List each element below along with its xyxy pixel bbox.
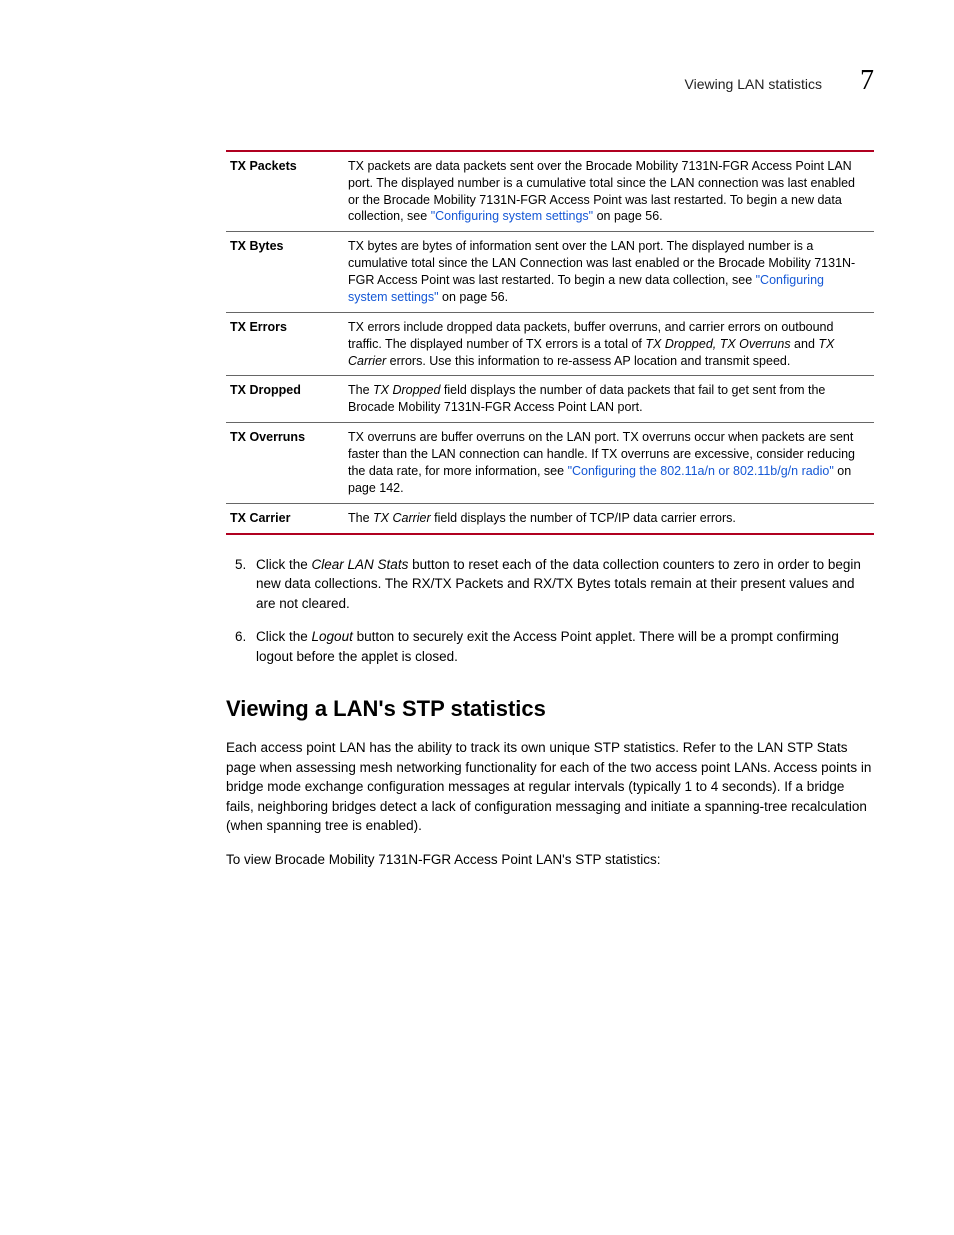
text-run: The: [348, 511, 373, 525]
running-header-section: Viewing LAN statistics: [685, 75, 822, 94]
definition-description: TX packets are data packets sent over th…: [348, 151, 874, 232]
section-paragraph-2: To view Brocade Mobility 7131N-FGR Acces…: [226, 850, 874, 870]
italic-text: Logout: [312, 629, 353, 644]
cross-reference-link[interactable]: "Configuring system settings": [431, 209, 593, 223]
running-header-chapter: 7: [860, 62, 874, 100]
italic-text: TX Dropped, TX Overruns: [645, 337, 790, 351]
definition-term: TX Bytes: [226, 232, 348, 313]
text-run: and: [791, 337, 819, 351]
cross-reference-link[interactable]: "Configuring the 802.11a/n or 802.11b/g/…: [568, 464, 834, 478]
definition-term: TX Dropped: [226, 376, 348, 423]
definition-description: TX bytes are bytes of information sent o…: [348, 232, 874, 313]
definition-term: TX Errors: [226, 312, 348, 376]
table-row: TX DroppedThe TX Dropped field displays …: [226, 376, 874, 423]
italic-text: Clear LAN Stats: [312, 557, 409, 572]
section-heading: Viewing a LAN's STP statistics: [226, 694, 874, 724]
text-run: on page 56.: [439, 290, 509, 304]
definition-description: TX errors include dropped data packets, …: [348, 312, 874, 376]
text-run: The: [348, 383, 373, 397]
table-row: TX CarrierThe TX Carrier field displays …: [226, 503, 874, 533]
section-paragraph-1: Each access point LAN has the ability to…: [226, 738, 874, 836]
definition-term: TX Carrier: [226, 503, 348, 533]
step-item: Click the Logout button to securely exit…: [250, 627, 874, 666]
italic-text: TX Carrier: [373, 511, 431, 525]
content-column: TX PacketsTX packets are data packets se…: [226, 150, 874, 870]
table-row: TX PacketsTX packets are data packets se…: [226, 151, 874, 232]
definition-term: TX Packets: [226, 151, 348, 232]
text-run: Click the: [256, 557, 312, 572]
step-item: Click the Clear LAN Stats button to rese…: [250, 555, 874, 614]
definition-description: TX overruns are buffer overruns on the L…: [348, 423, 874, 504]
page: Viewing LAN statistics 7 TX PacketsTX pa…: [0, 0, 954, 1235]
text-run: errors. Use this information to re-asses…: [386, 354, 790, 368]
definition-description: The TX Dropped field displays the number…: [348, 376, 874, 423]
table-row: TX OverrunsTX overruns are buffer overru…: [226, 423, 874, 504]
running-header: Viewing LAN statistics 7: [80, 62, 874, 100]
definition-description: The TX Carrier field displays the number…: [348, 503, 874, 533]
table-row: TX ErrorsTX errors include dropped data …: [226, 312, 874, 376]
italic-text: TX Dropped: [373, 383, 440, 397]
text-run: field displays the number of TCP/IP data…: [431, 511, 736, 525]
definition-term: TX Overruns: [226, 423, 348, 504]
text-run: Click the: [256, 629, 312, 644]
steps-list: Click the Clear LAN Stats button to rese…: [226, 555, 874, 667]
table-row: TX BytesTX bytes are bytes of informatio…: [226, 232, 874, 313]
definitions-table: TX PacketsTX packets are data packets se…: [226, 150, 874, 535]
text-run: on page 56.: [593, 209, 663, 223]
